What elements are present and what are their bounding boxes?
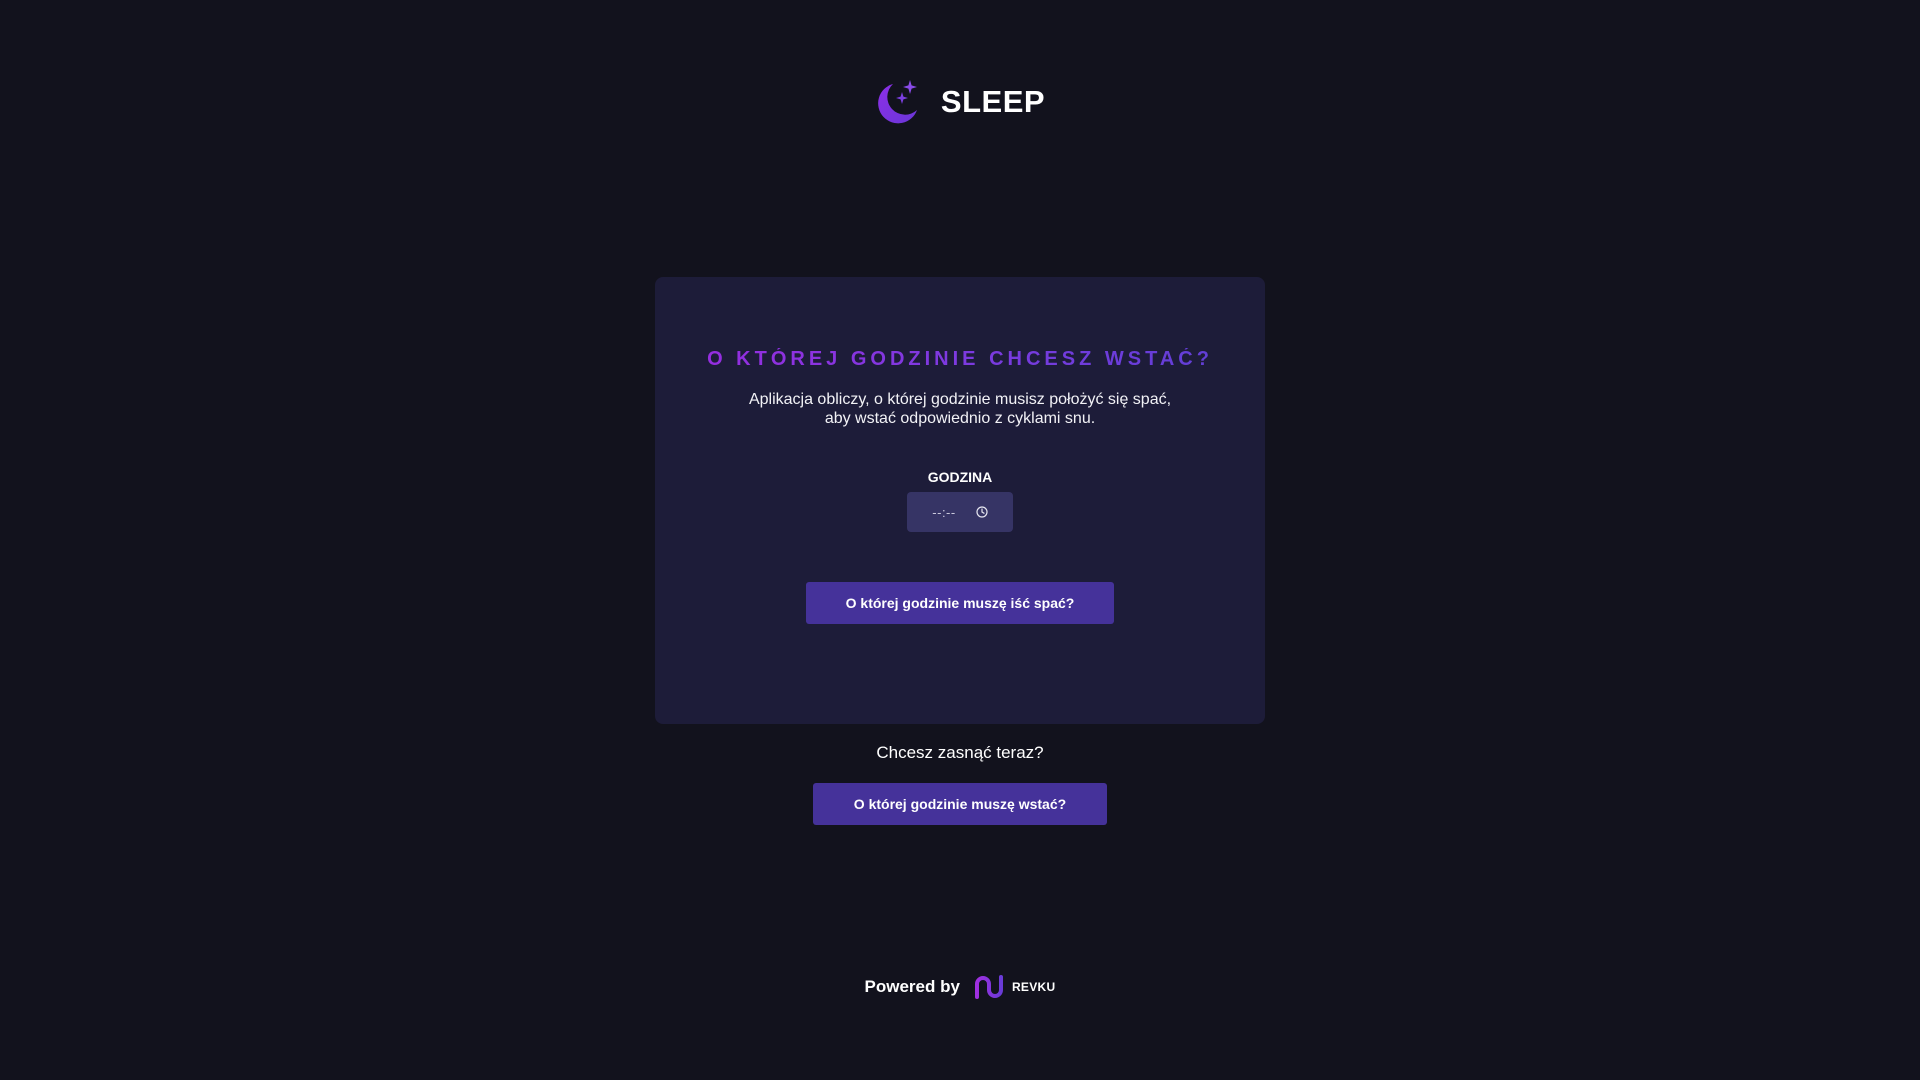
page: SLEEP O KTÓREJ GODZINIE CHCESZ WSTAĆ? Ap… bbox=[0, 0, 1920, 1080]
revku-logo-icon bbox=[974, 975, 1004, 999]
time-input-value[interactable]: --:-- bbox=[932, 505, 955, 520]
wake-time-card: O KTÓREJ GODZINIE CHCESZ WSTAĆ? Aplikacj… bbox=[655, 277, 1265, 724]
description-line-2: aby wstać odpowiednio z cyklami snu. bbox=[824, 410, 1096, 427]
app-logo: SLEEP bbox=[0, 78, 1920, 126]
app-name: SLEEP bbox=[940, 84, 1046, 119]
time-input[interactable]: --:-- bbox=[907, 492, 1013, 532]
footer: Powered by REVKU bbox=[0, 975, 1920, 999]
time-field-label: GODZINA bbox=[927, 469, 993, 485]
card-title: O KTÓREJ GODZINIE CHCESZ WSTAĆ? bbox=[655, 348, 1265, 371]
brand-link[interactable]: REVKU bbox=[974, 975, 1056, 999]
moon-stars-icon bbox=[875, 78, 923, 126]
clock-icon[interactable] bbox=[976, 506, 988, 518]
calculate-wake-time-button[interactable]: O której godzinie muszę wstać? bbox=[813, 783, 1107, 825]
card-description: Aplikacja obliczy, o której godzinie mus… bbox=[695, 390, 1225, 428]
brand-name[interactable]: REVKU bbox=[1012, 980, 1056, 994]
description-line-1: Aplikacja obliczy, o której godzinie mus… bbox=[748, 391, 1172, 408]
calculate-bedtime-button[interactable]: O której godzinie muszę iść spać? bbox=[806, 582, 1114, 624]
powered-by-text: Powered by bbox=[864, 977, 960, 996]
sleep-now-prompt: Chcesz zasnąć teraz? bbox=[876, 743, 1044, 762]
